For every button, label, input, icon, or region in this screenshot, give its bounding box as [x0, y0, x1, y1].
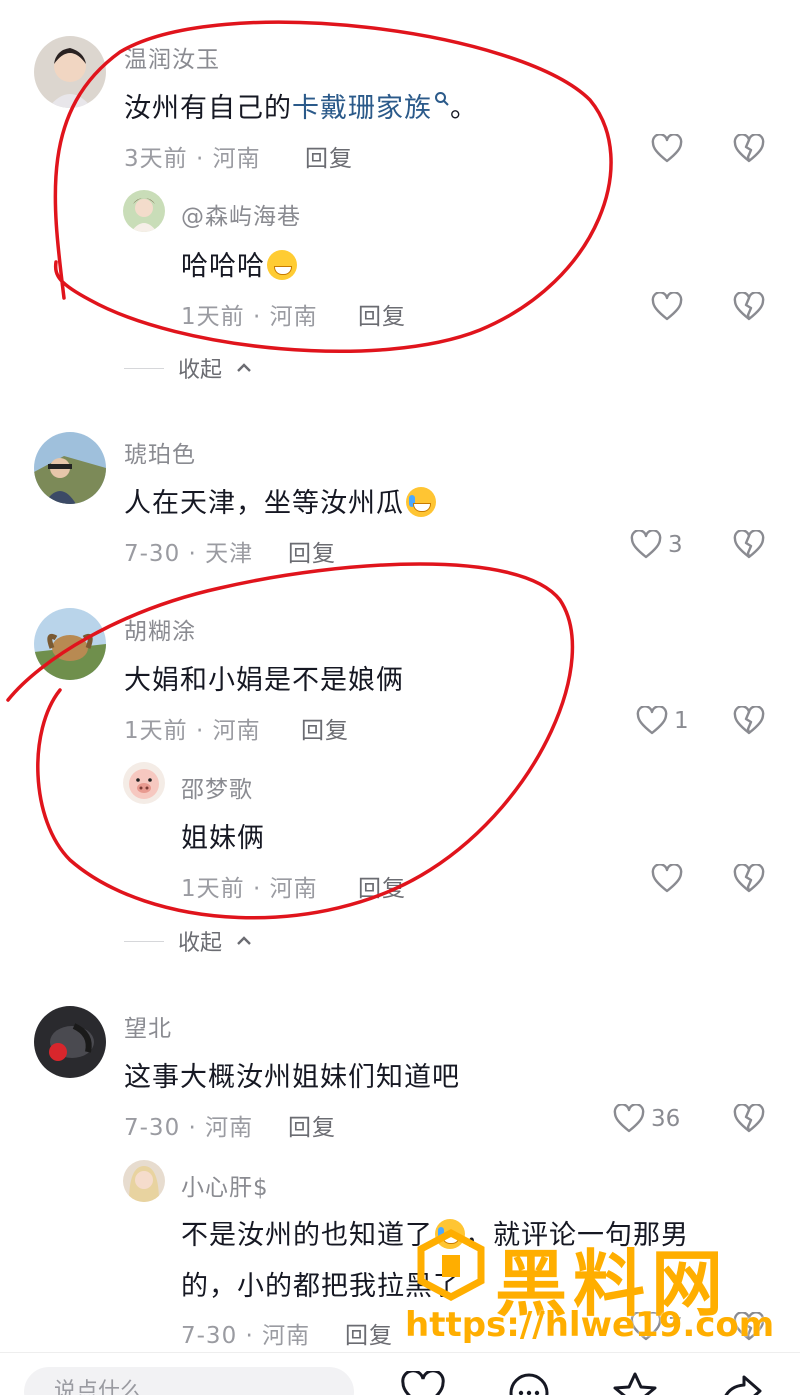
- comment-username[interactable]: 胡糊涂: [124, 612, 196, 646]
- broken-heart-icon: [733, 134, 765, 163]
- avatar[interactable]: [34, 36, 106, 108]
- reply-username[interactable]: 小心肝$: [181, 1168, 269, 1202]
- reply-avatar[interactable]: [123, 190, 165, 232]
- divider: [124, 367, 164, 369]
- comment-input[interactable]: 说点什么...: [24, 1367, 354, 1395]
- reply-button[interactable]: 回复: [288, 1108, 336, 1142]
- reply-meta: 1天前 · 河南: [181, 304, 318, 330]
- like-count: 1: [674, 708, 689, 734]
- reply-button[interactable]: 回复: [301, 711, 349, 745]
- comment-text: 人在天津，坐等汝州瓜: [124, 481, 436, 520]
- heart-icon: [651, 864, 683, 893]
- comment-username[interactable]: 琥珀色: [124, 435, 196, 469]
- broken-heart-icon: [733, 530, 765, 559]
- reply-button[interactable]: 回复: [288, 534, 336, 568]
- watermark-logo-icon: [417, 1229, 485, 1301]
- comment-meta: 7-30 · 河南: [124, 1115, 254, 1141]
- red-annotation-circles: [6, 20, 613, 920]
- broken-heart-icon: [733, 1104, 765, 1133]
- reply-button[interactable]: 回复: [345, 1316, 393, 1350]
- comment-username[interactable]: 温润汝玉: [124, 40, 220, 74]
- reply-username[interactable]: 邵梦歌: [181, 770, 253, 804]
- avatar[interactable]: [34, 1006, 106, 1078]
- broken-heart-icon: [733, 864, 765, 893]
- search-icon: [435, 92, 449, 106]
- collapse-replies-button[interactable]: 收起: [124, 352, 252, 384]
- comment-meta: 7-30 · 天津: [124, 541, 254, 567]
- reply-button[interactable]: 回复: [358, 869, 406, 903]
- comment-bubble-icon[interactable]: [506, 1371, 552, 1395]
- laugh-cry-emoji-icon: [406, 487, 436, 517]
- heart-icon: [613, 1104, 645, 1133]
- comment-text: 汝州有自己的卡戴珊家族。: [124, 92, 478, 124]
- watermark-url: https://hlwe19.com: [405, 1305, 775, 1345]
- collapse-replies-button[interactable]: 收起: [124, 925, 252, 957]
- broken-heart-icon: [733, 706, 765, 735]
- like-button[interactable]: 1: [636, 706, 689, 736]
- collapse-label: 收起: [178, 931, 223, 956]
- dislike-button[interactable]: [733, 134, 765, 164]
- reply-text: 姐妹俩: [181, 823, 265, 854]
- like-count: 36: [651, 1106, 681, 1132]
- comment-meta: 1天前 · 河南: [124, 718, 261, 744]
- comment-username[interactable]: 望北: [124, 1009, 172, 1043]
- star-icon[interactable]: [612, 1371, 658, 1395]
- broken-heart-icon: [733, 292, 765, 321]
- dislike-button[interactable]: [733, 530, 765, 560]
- like-button[interactable]: 36: [613, 1104, 680, 1134]
- reply-text: 哈哈哈: [181, 244, 297, 283]
- chevron-up-icon: [237, 363, 251, 372]
- like-button[interactable]: 3: [630, 530, 683, 560]
- like-count: 3: [668, 532, 683, 558]
- comment-meta: 3天前 · 河南: [124, 146, 261, 172]
- avatar[interactable]: [34, 608, 106, 680]
- heart-icon: [636, 706, 668, 735]
- watermark: 黑料网 https://hlwe19.com: [405, 1225, 775, 1355]
- grin-sweat-emoji-icon: [267, 250, 297, 280]
- dislike-button[interactable]: [733, 864, 765, 894]
- chevron-up-icon: [237, 936, 251, 945]
- like-button[interactable]: [651, 864, 683, 894]
- heart-icon: [630, 530, 662, 559]
- comment-text: 大娟和小娟是不是娘俩: [124, 665, 404, 696]
- heart-icon: [651, 134, 683, 163]
- reply-button[interactable]: 回复: [358, 297, 406, 331]
- reply-button[interactable]: 回复: [305, 139, 353, 173]
- dislike-button[interactable]: [733, 706, 765, 736]
- reply-meta: 1天前 · 河南: [181, 876, 318, 902]
- reply-username[interactable]: @森屿海巷: [181, 197, 301, 231]
- heart-icon[interactable]: [400, 1371, 446, 1395]
- like-button[interactable]: [651, 292, 683, 322]
- comment-text: 这事大概汝州姐妹们知道吧: [124, 1062, 460, 1093]
- dislike-button[interactable]: [733, 1104, 765, 1134]
- avatar[interactable]: [34, 432, 106, 504]
- divider: [124, 940, 164, 942]
- reply-meta: 7-30 · 河南: [181, 1323, 311, 1349]
- like-button[interactable]: [651, 134, 683, 164]
- bottom-action-bar: 说点什么...: [0, 1352, 800, 1395]
- share-icon[interactable]: [718, 1371, 764, 1395]
- collapse-label: 收起: [178, 358, 223, 383]
- dislike-button[interactable]: [733, 292, 765, 322]
- reply-avatar[interactable]: [123, 1160, 165, 1202]
- reply-avatar[interactable]: [123, 762, 165, 804]
- search-link[interactable]: 卡戴珊家族: [292, 92, 450, 124]
- heart-icon: [651, 292, 683, 321]
